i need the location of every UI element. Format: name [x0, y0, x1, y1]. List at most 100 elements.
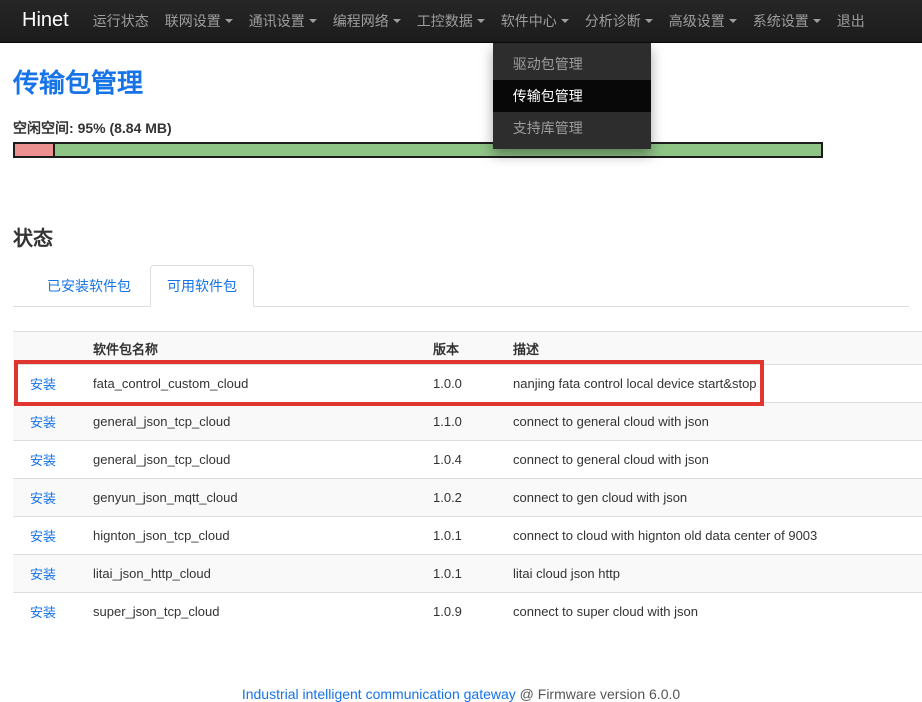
tab-可用软件包[interactable]: 可用软件包	[150, 265, 254, 307]
gateway-footer-link[interactable]: Industrial intelligent communication gat…	[242, 686, 516, 702]
software-center-dropdown: 驱动包管理传输包管理支持库管理	[493, 43, 651, 149]
cell-description: connect to cloud with hignton old data c…	[505, 517, 922, 555]
storage-progress-bar	[13, 142, 823, 158]
nav-item-label: 分析诊断	[585, 11, 641, 31]
cell-package-name: general_json_tcp_cloud	[85, 441, 425, 479]
column-header-action	[13, 332, 85, 365]
storage-used-segment	[15, 144, 55, 156]
caret-down-icon	[309, 19, 317, 23]
cell-version: 1.1.0	[425, 403, 505, 441]
cell-version: 1.0.4	[425, 441, 505, 479]
dropdown-item-驱动包管理[interactable]: 驱动包管理	[493, 48, 651, 80]
column-header-name: 软件包名称	[85, 332, 425, 365]
free-space-value: 95% (8.84 MB)	[78, 120, 172, 136]
storage-free-segment	[55, 144, 821, 156]
install-link[interactable]: 安装	[30, 567, 56, 582]
caret-down-icon	[813, 19, 821, 23]
cell-description: connect to general cloud with json	[505, 441, 922, 479]
cell-description: nanjing fata control local device start&…	[505, 365, 922, 403]
nav-item-联网设置[interactable]: 联网设置	[157, 0, 241, 42]
table-row: 安装 general_json_tcp_cloud 1.0.4 connect …	[13, 441, 922, 479]
install-link[interactable]: 安装	[30, 453, 56, 468]
install-link[interactable]: 安装	[30, 491, 56, 506]
cell-version: 1.0.9	[425, 593, 505, 631]
install-link[interactable]: 安装	[30, 605, 56, 620]
nav-item-label: 编程网络	[333, 11, 389, 31]
nav-item-分析诊断[interactable]: 分析诊断	[577, 0, 661, 42]
table-header-row: 软件包名称 版本 描述	[13, 332, 922, 365]
cell-version: 1.0.1	[425, 517, 505, 555]
column-header-version: 版本	[425, 332, 505, 365]
navbar-menu: 运行状态 联网设置 通讯设置 编程网络 工控数据 软件中心 驱动包管理传输包管理…	[85, 0, 873, 42]
main-content: 传输包管理 空闲空间: 95% (8.84 MB) 状态 已安装软件包可用软件包…	[0, 63, 922, 702]
cell-package-name: super_json_tcp_cloud	[85, 593, 425, 631]
cell-action: 安装	[13, 479, 85, 517]
table-row: 安装 super_json_tcp_cloud 1.0.9 connect to…	[13, 593, 922, 631]
nav-item-编程网络[interactable]: 编程网络	[325, 0, 409, 42]
install-link[interactable]: 安装	[30, 529, 56, 544]
caret-down-icon	[645, 19, 653, 23]
nav-item-运行状态[interactable]: 运行状态	[85, 0, 157, 42]
cell-package-name: hignton_json_tcp_cloud	[85, 517, 425, 555]
cell-action: 安装	[13, 555, 85, 593]
nav-item-高级设置[interactable]: 高级设置	[661, 0, 745, 42]
package-table-wrap: 软件包名称 版本 描述 安装 fata_control_custom_cloud…	[13, 331, 909, 631]
cell-version: 1.0.0	[425, 365, 505, 403]
table-row: 安装 hignton_json_tcp_cloud 1.0.1 connect …	[13, 517, 922, 555]
nav-item-退出[interactable]: 退出	[829, 0, 873, 42]
table-row: 安装 fata_control_custom_cloud 1.0.0 nanji…	[13, 365, 922, 403]
column-header-description: 描述	[505, 332, 922, 365]
tab-已安装软件包[interactable]: 已安装软件包	[30, 265, 148, 307]
free-space-label: 空闲空间: 95% (8.84 MB)	[13, 118, 909, 138]
nav-item-label: 高级设置	[669, 11, 725, 31]
cell-action: 安装	[13, 517, 85, 555]
brand-logo[interactable]: Hinet	[0, 0, 85, 42]
dropdown-item-传输包管理[interactable]: 传输包管理	[493, 80, 651, 112]
cell-action: 安装	[13, 441, 85, 479]
nav-item-软件中心[interactable]: 软件中心 驱动包管理传输包管理支持库管理	[493, 0, 577, 42]
cell-description: litai cloud json http	[505, 555, 922, 593]
nav-item-label: 软件中心	[501, 11, 557, 31]
install-link[interactable]: 安装	[30, 415, 56, 430]
caret-down-icon	[225, 19, 233, 23]
nav-item-通讯设置[interactable]: 通讯设置	[241, 0, 325, 42]
cell-action: 安装	[13, 593, 85, 631]
cell-action: 安装	[13, 365, 85, 403]
nav-item-label: 系统设置	[753, 11, 809, 31]
page-title: 传输包管理	[13, 63, 909, 100]
table-row: 安装 genyun_json_mqtt_cloud 1.0.2 connect …	[13, 479, 922, 517]
caret-down-icon	[729, 19, 737, 23]
package-table: 软件包名称 版本 描述 安装 fata_control_custom_cloud…	[13, 331, 922, 631]
cell-description: connect to general cloud with json	[505, 403, 922, 441]
status-heading: 状态	[13, 222, 909, 251]
nav-item-系统设置[interactable]: 系统设置	[745, 0, 829, 42]
footer: Industrial intelligent communication gat…	[13, 686, 909, 702]
package-table-body: 安装 fata_control_custom_cloud 1.0.0 nanji…	[13, 365, 922, 631]
cell-version: 1.0.2	[425, 479, 505, 517]
cell-package-name: litai_json_http_cloud	[85, 555, 425, 593]
firmware-version-label: @ Firmware version 6.0.0	[520, 686, 680, 702]
cell-package-name: fata_control_custom_cloud	[85, 365, 425, 403]
nav-item-label: 通讯设置	[249, 11, 305, 31]
caret-down-icon	[561, 19, 569, 23]
table-row: 安装 litai_json_http_cloud 1.0.1 litai clo…	[13, 555, 922, 593]
cell-package-name: general_json_tcp_cloud	[85, 403, 425, 441]
cell-action: 安装	[13, 403, 85, 441]
nav-item-label: 运行状态	[93, 11, 149, 31]
nav-item-label: 联网设置	[165, 11, 221, 31]
nav-item-工控数据[interactable]: 工控数据	[409, 0, 493, 42]
table-row: 安装 general_json_tcp_cloud 1.1.0 connect …	[13, 403, 922, 441]
dropdown-item-支持库管理[interactable]: 支持库管理	[493, 112, 651, 144]
cell-package-name: genyun_json_mqtt_cloud	[85, 479, 425, 517]
nav-item-label: 工控数据	[417, 11, 473, 31]
cell-description: connect to super cloud with json	[505, 593, 922, 631]
package-tabs: 已安装软件包可用软件包	[13, 265, 909, 307]
cell-description: connect to gen cloud with json	[505, 479, 922, 517]
cell-version: 1.0.1	[425, 555, 505, 593]
nav-item-label: 退出	[837, 11, 865, 31]
free-space-caption: 空闲空间:	[13, 120, 74, 136]
caret-down-icon	[477, 19, 485, 23]
install-link[interactable]: 安装	[30, 377, 56, 392]
navbar: Hinet 运行状态 联网设置 通讯设置 编程网络 工控数据 软件中心 驱动包管…	[0, 0, 922, 43]
caret-down-icon	[393, 19, 401, 23]
